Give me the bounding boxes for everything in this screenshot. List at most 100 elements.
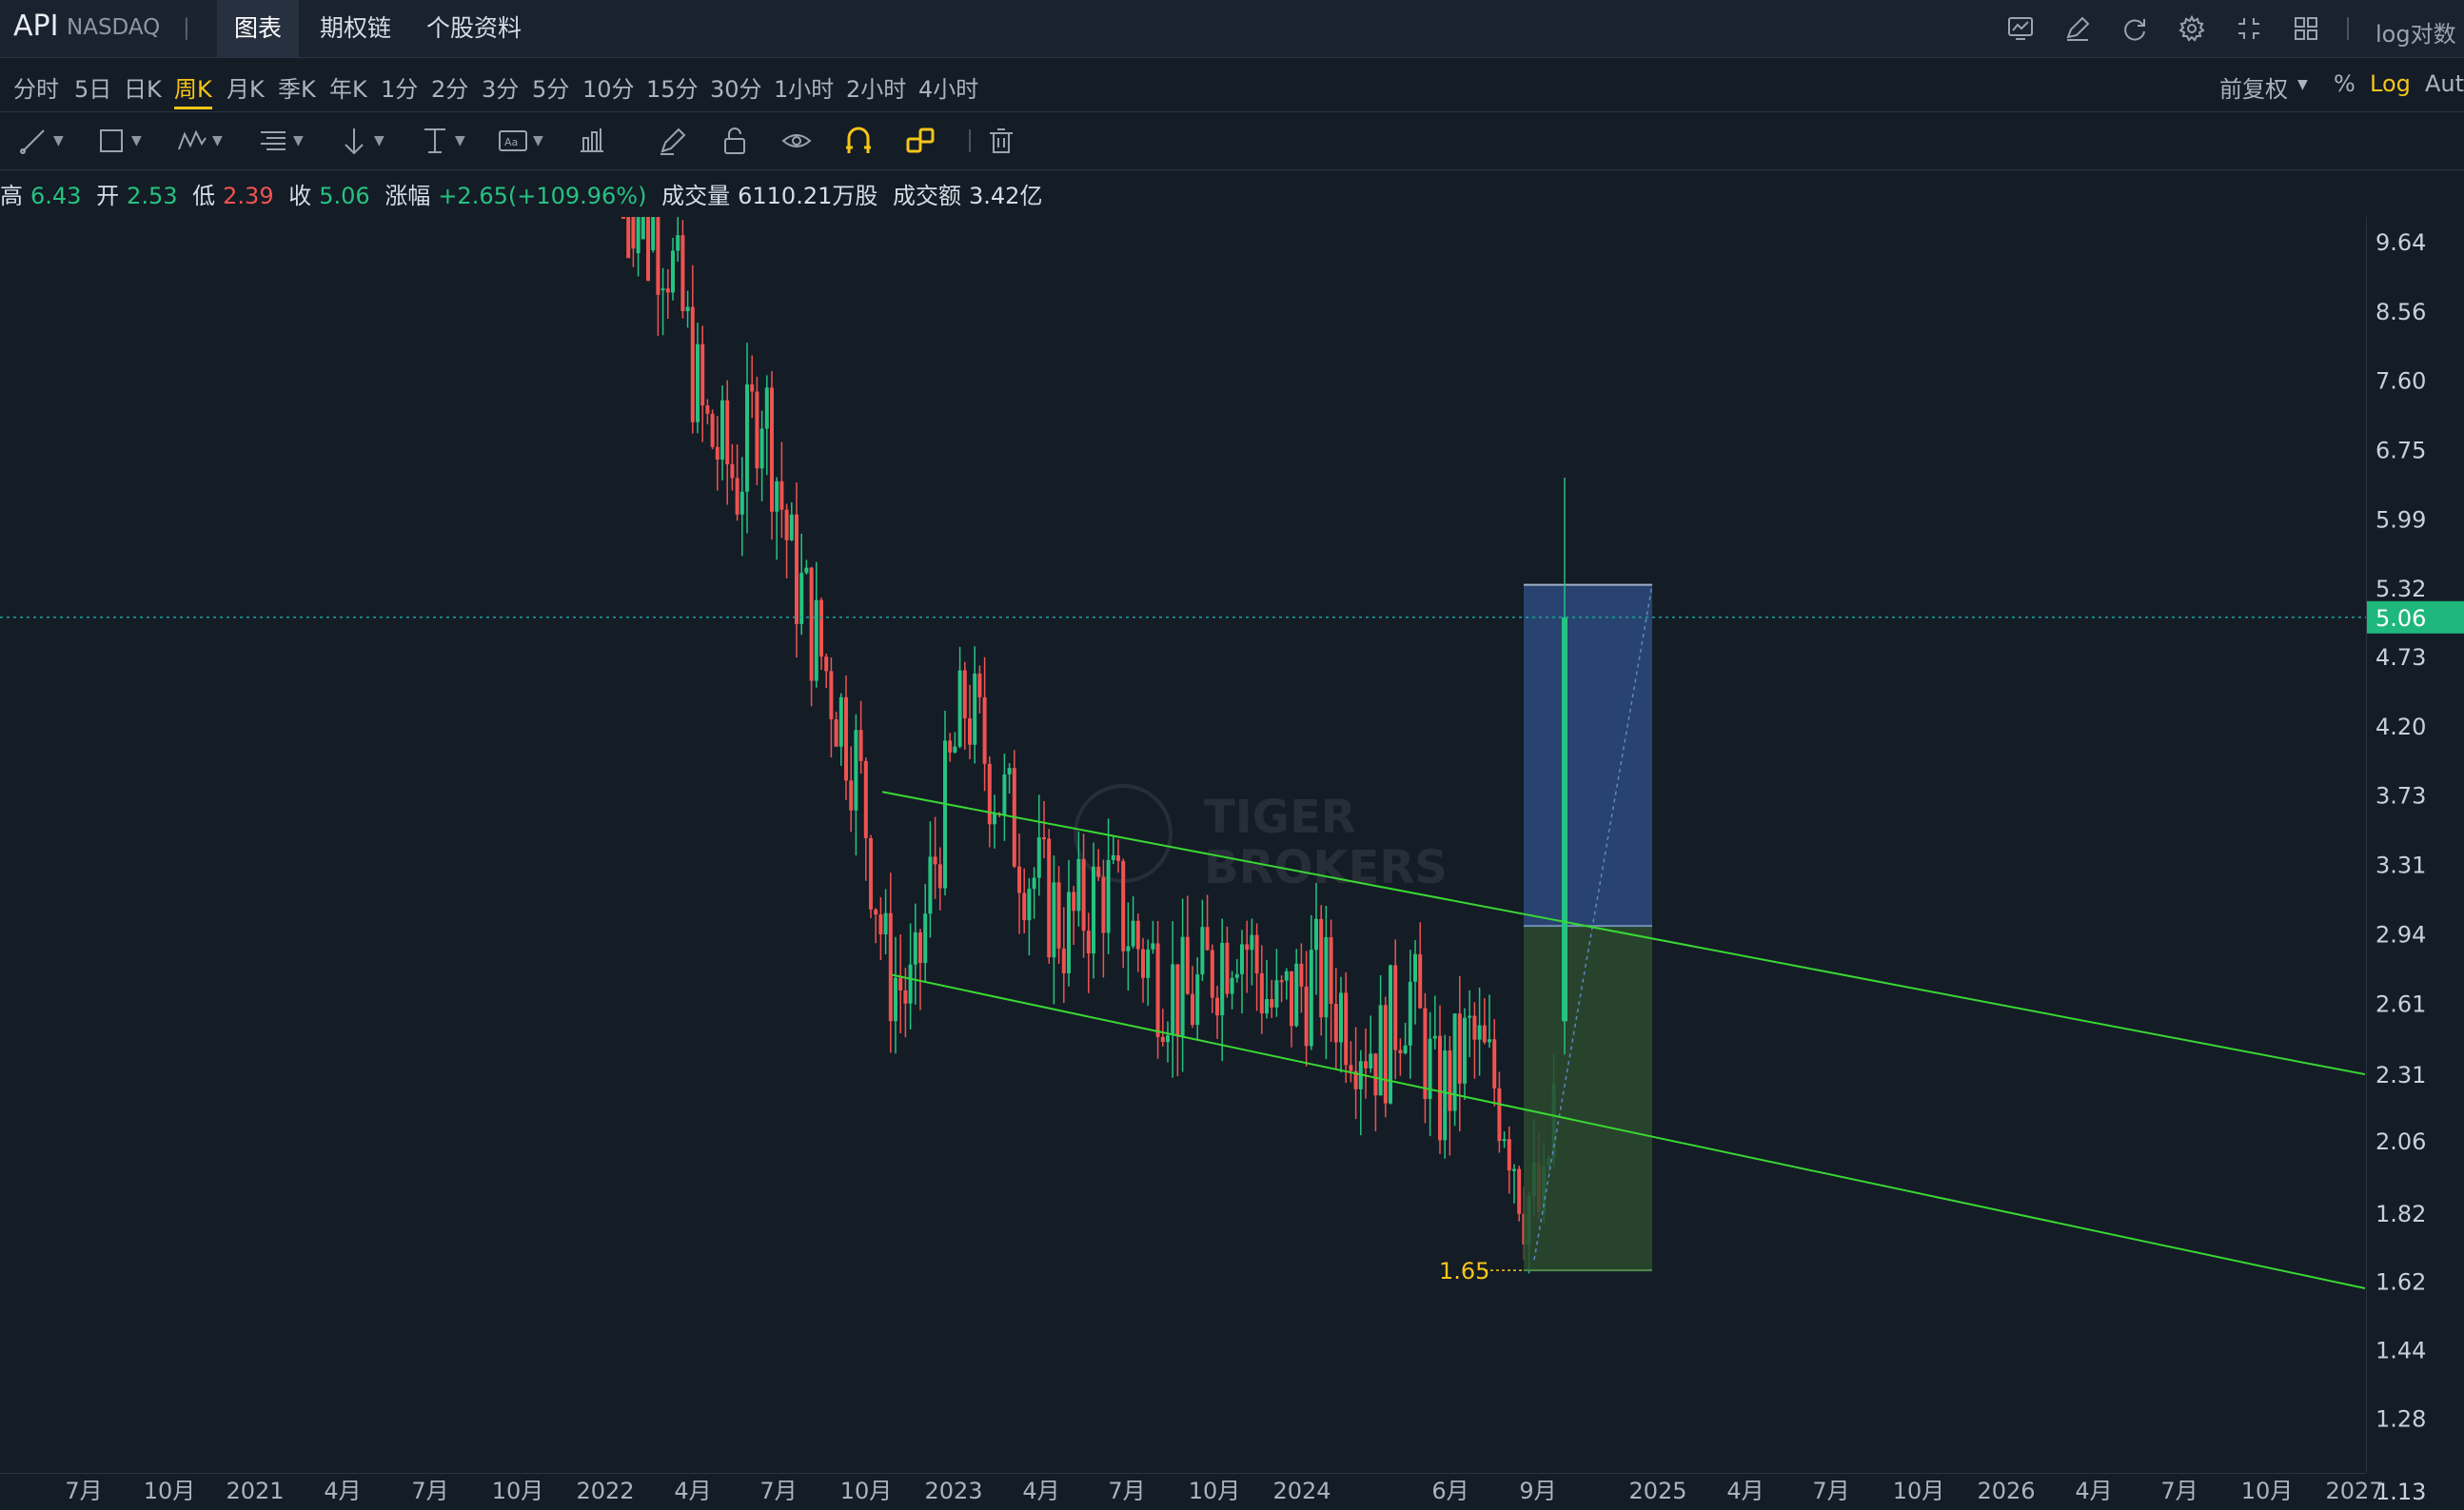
fib-tool-icon[interactable]: ▼ bbox=[257, 124, 304, 158]
draw-edit-icon[interactable] bbox=[2060, 11, 2095, 46]
candle-body bbox=[1007, 768, 1012, 775]
tab-chart[interactable]: 图表 bbox=[217, 0, 300, 57]
auto-toggle[interactable]: Auto bbox=[2425, 70, 2464, 97]
candle-body bbox=[1373, 1053, 1378, 1096]
quote-info-line: 高 6.43 开 2.53 低 2.39 收 5.06 涨幅 +2.65(+109.96%… bbox=[0, 177, 1050, 209]
candle-body bbox=[869, 837, 873, 910]
period-2hour[interactable]: 2小时 bbox=[846, 70, 906, 104]
adjust-select[interactable]: 前复权 bbox=[2219, 70, 2288, 104]
candle-body bbox=[1290, 971, 1293, 1027]
magnet-icon[interactable] bbox=[842, 124, 875, 158]
x-tick-label: 7月 bbox=[411, 1478, 448, 1504]
rectangle-tool-icon[interactable]: ▼ bbox=[95, 124, 142, 158]
trash-icon[interactable] bbox=[985, 124, 1017, 158]
candle-body bbox=[834, 719, 838, 747]
bar-pattern-icon[interactable] bbox=[576, 124, 608, 158]
period-30min[interactable]: 30分 bbox=[710, 70, 762, 104]
period-5min[interactable]: 5分 bbox=[532, 70, 569, 104]
line-tool-icon[interactable]: ▼ bbox=[17, 124, 64, 158]
period-5day[interactable]: 5日 bbox=[74, 70, 111, 104]
measure-tool-icon[interactable]: ▼ bbox=[419, 124, 465, 158]
candle-body bbox=[894, 977, 897, 1022]
settings-icon[interactable] bbox=[2175, 11, 2209, 46]
candle-body bbox=[1121, 860, 1126, 951]
period-15min[interactable]: 15分 bbox=[646, 70, 699, 104]
candle-body bbox=[849, 780, 854, 811]
candle-body bbox=[1324, 936, 1329, 1018]
candle-body bbox=[973, 673, 977, 745]
fullscreen-icon[interactable] bbox=[2232, 11, 2266, 46]
position-loss-zone[interactable] bbox=[1524, 926, 1652, 1271]
chart-template-icon[interactable] bbox=[2003, 11, 2038, 46]
candle-body bbox=[750, 384, 755, 392]
candle-body bbox=[1092, 866, 1095, 954]
candle-body bbox=[948, 740, 953, 753]
period-1min[interactable]: 1分 bbox=[381, 70, 418, 104]
candle-body bbox=[982, 696, 987, 764]
percent-toggle[interactable]: % bbox=[2334, 70, 2356, 97]
candle-body bbox=[863, 760, 868, 838]
layout-grid-icon[interactable] bbox=[2289, 11, 2323, 46]
lock-icon[interactable] bbox=[719, 124, 751, 158]
log-scale-label[interactable]: log对数 bbox=[2375, 15, 2456, 49]
candle-body bbox=[1497, 1088, 1502, 1142]
refresh-icon[interactable] bbox=[2118, 11, 2152, 46]
candle-body bbox=[1319, 918, 1324, 1018]
candle-body bbox=[1017, 866, 1021, 893]
log-toggle[interactable]: Log bbox=[2370, 70, 2411, 97]
period-monthly[interactable]: 月K bbox=[227, 70, 265, 104]
candle-body bbox=[710, 413, 715, 447]
y-tick-label: 4.73 bbox=[2375, 644, 2426, 671]
link-icon[interactable] bbox=[904, 124, 936, 158]
candle-body bbox=[903, 990, 908, 1004]
period-10min[interactable]: 10分 bbox=[582, 70, 635, 104]
price-axis[interactable]: 9.64 8.56 7.60 6.75 5.99 5.32 4.73 4.20 3.73 3.31… bbox=[2375, 229, 2426, 1505]
text-tool-icon[interactable]: Aa ▼ bbox=[497, 124, 543, 158]
period-2min[interactable]: 2分 bbox=[431, 70, 468, 104]
candle-body bbox=[1151, 943, 1155, 950]
candle-body bbox=[1245, 944, 1250, 951]
candle-body bbox=[1333, 1004, 1338, 1043]
pattern-tool-icon[interactable]: ▼ bbox=[176, 124, 223, 158]
candle-body bbox=[1230, 977, 1234, 994]
period-4hour[interactable]: 4小时 bbox=[918, 70, 978, 104]
period-quarterly[interactable]: 季K bbox=[278, 70, 316, 104]
chevron-down-icon[interactable]: ▼ bbox=[2297, 77, 2308, 92]
y-tick-label: 1.28 bbox=[2375, 1406, 2426, 1433]
candle-body bbox=[795, 514, 798, 624]
candle-body bbox=[1443, 1050, 1448, 1141]
pencil-icon[interactable] bbox=[657, 124, 689, 158]
candle-body bbox=[854, 730, 858, 811]
period-1hour[interactable]: 1小时 bbox=[774, 70, 834, 104]
tab-options-chain[interactable]: 期权链 bbox=[303, 0, 408, 57]
candle-body bbox=[1304, 986, 1309, 1047]
candle-body bbox=[1408, 981, 1412, 1046]
exchange-name: NASDAQ bbox=[67, 15, 161, 40]
candle-body bbox=[1329, 936, 1333, 1005]
period-3min[interactable]: 3分 bbox=[482, 70, 519, 104]
candle-body bbox=[1225, 942, 1230, 994]
arrow-tool-icon[interactable]: ▼ bbox=[338, 124, 384, 158]
candle-body bbox=[898, 977, 903, 990]
time-axis[interactable]: 7月 10月 2021 4月 7月 10月 2022 4月 7月 10月 2023 4月 7月 10月 20… bbox=[65, 1478, 2383, 1504]
period-yearly[interactable]: 年K bbox=[329, 70, 367, 104]
candle-body bbox=[621, 217, 625, 219]
position-profit-zone[interactable] bbox=[1524, 584, 1652, 927]
candlestick-chart[interactable]: TIGER BROKERS 5.06 1.65 9.64 8.56 7.60 6.75 5… bbox=[0, 217, 2464, 1510]
tab-stock-profile[interactable]: 个股资料 bbox=[409, 0, 539, 57]
candle-body bbox=[937, 864, 942, 889]
x-tick-label: 4月 bbox=[674, 1478, 711, 1504]
candle-body bbox=[784, 509, 789, 540]
candle-body bbox=[993, 813, 996, 825]
candle-body bbox=[1403, 1045, 1408, 1053]
candle-body bbox=[1076, 858, 1081, 912]
period-weekly[interactable]: 周K bbox=[174, 70, 212, 104]
period-daily[interactable]: 日K bbox=[124, 70, 162, 104]
period-bar: 分时 5日 日K 周K 月K 季K 年K 1分 2分 3分 5分 10分 15分… bbox=[0, 58, 2464, 112]
eye-icon[interactable] bbox=[780, 124, 813, 158]
candle-body bbox=[1155, 943, 1160, 1037]
period-intraday[interactable]: 分时 bbox=[13, 70, 59, 104]
y-tick-label: 2.31 bbox=[2375, 1062, 2426, 1088]
candle-body bbox=[1002, 774, 1007, 815]
candle-body bbox=[1339, 992, 1343, 1043]
